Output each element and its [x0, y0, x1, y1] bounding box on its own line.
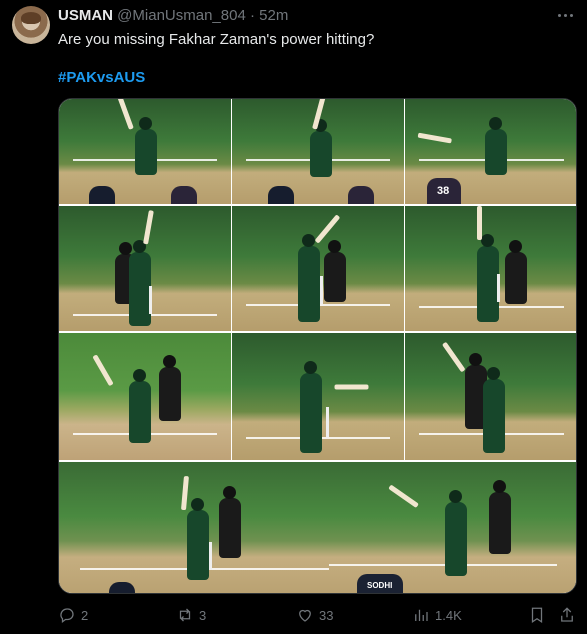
like-button[interactable]: 33: [296, 604, 333, 626]
reply-count: 2: [81, 607, 89, 623]
shirt-label: 38: [437, 185, 450, 197]
tweet-header: USMAN @MianUsman_804 · 52m: [58, 7, 288, 25]
share-button[interactable]: [558, 604, 576, 626]
like-count: 33: [319, 607, 334, 623]
timestamp[interactable]: 52m: [259, 7, 288, 24]
bookmark-button[interactable]: [528, 604, 546, 626]
views-button[interactable]: 1.4K: [412, 604, 462, 626]
media-frame: [59, 206, 231, 331]
media-frame: [232, 99, 404, 204]
media-frame: [59, 99, 231, 204]
media-frame: SODHI: [59, 462, 576, 593]
author-name[interactable]: USMAN: [58, 7, 113, 24]
views-icon: [415, 609, 428, 621]
views-count: 1.4K: [435, 607, 462, 623]
tweet-actions: 2 3 33 1.4K: [58, 604, 577, 626]
reply-button[interactable]: 2: [58, 604, 88, 626]
shirt-label: SODHI: [367, 581, 393, 590]
bookmark-icon: [531, 607, 543, 623]
repost-icon: [179, 608, 191, 622]
author-handle[interactable]: @MianUsman_804: [117, 7, 246, 24]
media-frame: [59, 333, 231, 460]
avatar[interactable]: [12, 6, 50, 44]
hashtag-link[interactable]: #PAKvsAUS: [58, 68, 145, 88]
reply-icon: [60, 608, 74, 624]
media-frame: 38: [405, 99, 576, 204]
media-frame: [405, 333, 576, 460]
repost-count: 3: [199, 607, 207, 623]
like-icon: [299, 609, 311, 622]
separator: ·: [249, 7, 255, 24]
media-frame: [232, 333, 404, 460]
repost-button[interactable]: 3: [176, 604, 206, 626]
tweet-media[interactable]: 38 SODHI: [58, 98, 577, 594]
media-frame: [232, 206, 404, 331]
share-icon: [561, 607, 573, 622]
media-frame: [405, 206, 576, 331]
more-icon[interactable]: [553, 6, 577, 24]
tweet-text: Are you missing Fakhar Zaman's power hit…: [58, 31, 375, 48]
